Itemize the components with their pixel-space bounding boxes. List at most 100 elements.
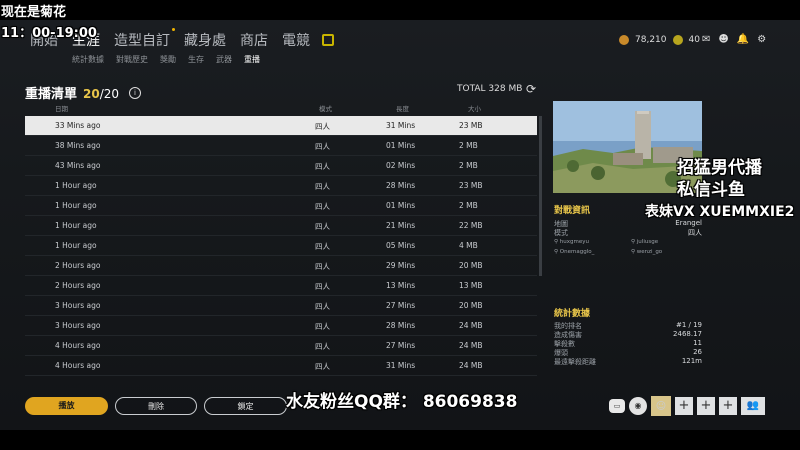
table-row[interactable]: 43 Mins ago 四人 02 Mins 2 MB: [25, 156, 537, 176]
table-row[interactable]: 2 Hours ago 四人 13 Mins 13 MB: [25, 276, 537, 296]
currency-display: 78,210 40: [619, 35, 700, 45]
table-row[interactable]: 1 Hour ago 四人 05 Mins 4 MB: [25, 236, 537, 256]
cell-date: 1 Hour ago: [55, 221, 97, 230]
header-length: 長度: [396, 105, 409, 113]
table-header: 日期 模式 長度 大小: [25, 103, 535, 115]
bp-amount: 78,210: [635, 35, 667, 45]
stat-value: #1 / 19: [675, 321, 702, 329]
replay-table: 33 Mins ago 四人 31 Mins 23 MB 38 Mins ago 四人 01…: [25, 116, 537, 376]
stream-overlay-schedule-title: 现在是菊花: [1, 5, 67, 20]
party-icon[interactable]: 👥: [741, 397, 765, 415]
nav-esports[interactable]: 電競: [282, 30, 310, 50]
cell-date: 3 Hours ago: [55, 301, 101, 310]
info-icon[interactable]: i: [129, 86, 142, 99]
cell-size: 24 MB: [459, 341, 483, 350]
cell-date: 4 Hours ago: [55, 341, 101, 350]
cell-date: 2 Hours ago: [55, 281, 101, 290]
record-icon[interactable]: [322, 34, 334, 46]
table-row[interactable]: 1 Hour ago 四人 21 Mins 22 MB: [25, 216, 537, 236]
gear-icon[interactable]: ⚙: [757, 34, 766, 45]
cell-date: 3 Hours ago: [55, 321, 101, 330]
cell-length: 31 Mins: [386, 121, 416, 130]
add-member-button-2[interactable]: +: [697, 397, 715, 415]
cell-size: 20 MB: [459, 301, 483, 310]
cell-size: 2 MB: [459, 141, 478, 150]
nav-store[interactable]: 商店: [240, 30, 268, 50]
mail-icon[interactable]: ✉: [702, 34, 710, 45]
chat-icon[interactable]: ▭: [609, 399, 625, 413]
cell-date: 2 Hours ago: [55, 261, 101, 270]
cell-mode: 四人: [315, 302, 330, 311]
cell-size: 23 MB: [459, 181, 483, 190]
header-size: 大小: [468, 105, 481, 113]
table-row[interactable]: 4 Hours ago 四人 27 Mins 24 MB: [25, 336, 537, 356]
player-2: ⚲ juliusge: [631, 239, 659, 245]
stream-overlay-qq: 水友粉丝QQ群： 86069838: [286, 392, 518, 412]
stat-label: 最遠擊殺距離: [554, 358, 596, 366]
subnav-replay[interactable]: 重播: [244, 54, 260, 65]
subnav-rewards[interactable]: 獎勵: [160, 54, 176, 65]
cell-size: 2 MB: [459, 201, 478, 210]
cell-size: 2 MB: [459, 161, 478, 170]
subnav-stats[interactable]: 統計數據: [72, 54, 104, 65]
cell-mode: 四人: [315, 262, 330, 271]
subnav-weapons[interactable]: 武器: [216, 54, 232, 65]
add-member-button-1[interactable]: +: [675, 397, 693, 415]
cell-date: 1 Hour ago: [55, 241, 97, 250]
map-value: Erangel: [675, 219, 702, 227]
stat-value: 2468.17: [673, 330, 702, 338]
cell-length: 31 Mins: [386, 361, 416, 370]
sub-nav: 統計數據 對戰歷史 獎勵 生存 武器 重播: [72, 54, 260, 65]
avatar[interactable]: ☺: [651, 396, 671, 416]
play-button[interactable]: 播放: [25, 397, 108, 415]
bell-icon[interactable]: 🔔: [737, 34, 749, 45]
player-1: ⚲ huxgmeyu: [554, 239, 589, 245]
delete-button[interactable]: 刪除: [115, 397, 197, 415]
cell-length: 13 Mins: [386, 281, 416, 290]
cell-mode: 四人: [315, 342, 330, 351]
stream-overlay-schedule-time: 11：00-19:00: [1, 26, 97, 41]
cell-mode: 四人: [315, 362, 330, 371]
gcoin-icon: [672, 35, 683, 45]
cell-size: 23 MB: [459, 121, 483, 130]
table-row[interactable]: 3 Hours ago 四人 27 Mins 20 MB: [25, 296, 537, 316]
letterbox-top: [0, 0, 800, 20]
subnav-match-history[interactable]: 對戰歷史: [116, 54, 148, 65]
cell-date: 38 Mins ago: [55, 141, 101, 150]
table-row[interactable]: 4 Hours ago 四人 31 Mins 24 MB: [25, 356, 537, 376]
cell-length: 05 Mins: [386, 241, 416, 250]
player-4: ⚲ wenzi_go: [631, 249, 663, 255]
voice-icon[interactable]: ◉: [629, 397, 647, 415]
cell-date: 1 Hour ago: [55, 201, 97, 210]
subnav-survival[interactable]: 生存: [188, 54, 204, 65]
lock-button[interactable]: 鎖定: [204, 397, 287, 415]
table-row[interactable]: 38 Mins ago 四人 01 Mins 2 MB: [25, 136, 537, 156]
table-row[interactable]: 2 Hours ago 四人 29 Mins 20 MB: [25, 256, 537, 276]
scrollbar[interactable]: [539, 116, 542, 276]
player-3: ⚲ Onemagglo_: [554, 249, 595, 255]
cell-date: 4 Hours ago: [55, 361, 101, 370]
bp-coin-icon: [619, 35, 629, 45]
add-member-button-3[interactable]: +: [719, 397, 737, 415]
cell-length: 21 Mins: [386, 221, 416, 230]
nav-hideout[interactable]: 藏身處: [184, 30, 226, 50]
cell-mode: 四人: [315, 122, 330, 131]
cell-size: 24 MB: [459, 321, 483, 330]
table-row[interactable]: 1 Hour ago 四人 28 Mins 23 MB: [25, 176, 537, 196]
cell-length: 29 Mins: [386, 261, 416, 270]
cell-length: 02 Mins: [386, 161, 416, 170]
cell-size: 22 MB: [459, 221, 483, 230]
table-row[interactable]: 1 Hour ago 四人 01 Mins 2 MB: [25, 196, 537, 216]
table-row[interactable]: 3 Hours ago 四人 28 Mins 24 MB: [25, 316, 537, 336]
cell-size: 4 MB: [459, 241, 478, 250]
letterbox-bottom: [0, 430, 800, 450]
refresh-icon[interactable]: ⟳: [526, 82, 536, 96]
cell-date: 33 Mins ago: [55, 121, 101, 130]
top-icons: ✉ ☻ 🔔 ⚙: [702, 34, 766, 45]
friends-icon[interactable]: ☻: [718, 34, 728, 45]
cell-mode: 四人: [315, 222, 330, 231]
table-row[interactable]: 33 Mins ago 四人 31 Mins 23 MB: [25, 116, 537, 136]
nav-customize[interactable]: 造型自訂: [114, 28, 175, 50]
gcoin-amount: 40: [688, 35, 700, 45]
cell-length: 27 Mins: [386, 301, 416, 310]
